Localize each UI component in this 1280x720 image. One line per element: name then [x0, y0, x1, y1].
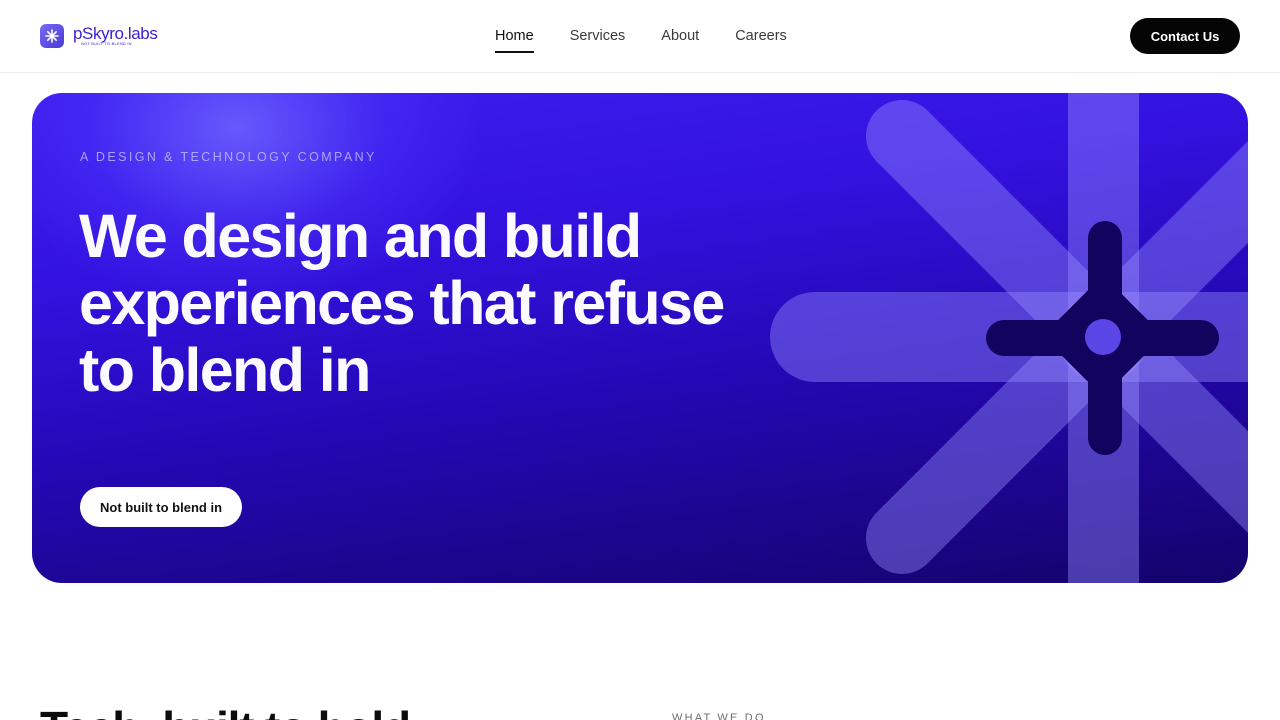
nav-item-careers[interactable]: Careers	[735, 27, 787, 53]
nav-item-home[interactable]: Home	[495, 27, 534, 53]
section-heading: Tech, built to hold	[40, 700, 411, 720]
hero-eyebrow: A DESIGN & TECHNOLOGY COMPANY	[80, 150, 377, 164]
nav-item-about[interactable]: About	[661, 27, 699, 53]
brand-logo[interactable]: pSkyro.labs NOT BUILT TO BLEND IN	[40, 24, 158, 48]
brand-name: pSkyro.labs	[73, 24, 158, 43]
hero-headline: We design and build experiences that ref…	[79, 202, 725, 404]
asterisk-logo-icon	[40, 24, 64, 48]
main-nav: Home Services About Careers	[495, 27, 823, 53]
contact-us-button[interactable]: Contact Us	[1130, 18, 1240, 54]
nav-item-services[interactable]: Services	[570, 27, 626, 53]
site-header: pSkyro.labs NOT BUILT TO BLEND IN Home S…	[0, 0, 1280, 73]
section-eyebrow: WHAT WE DO	[672, 712, 766, 720]
brand-tagline: NOT BUILT TO BLEND IN	[81, 41, 132, 46]
hero-banner: A DESIGN & TECHNOLOGY COMPANY We design …	[32, 93, 1248, 583]
hero-cta-button[interactable]: Not built to blend in	[80, 487, 242, 527]
